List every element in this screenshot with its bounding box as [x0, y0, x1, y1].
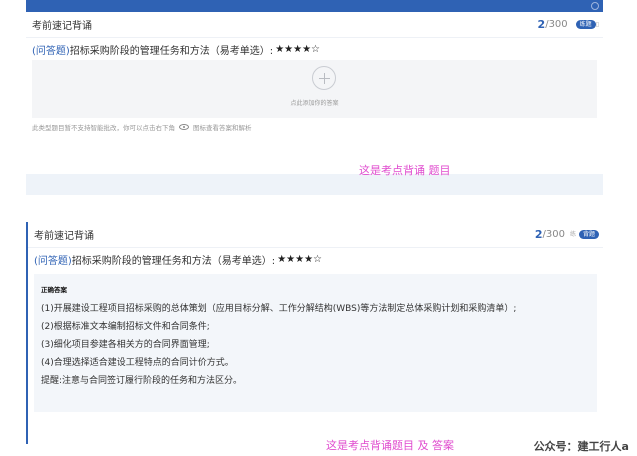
progress-current: 2 [537, 18, 546, 31]
question-card: 考前速记背诵 2 /300 练题 ▯ (问答题) 招标采购阶段的管理任务和方法（… [26, 12, 603, 195]
practice-mode-button[interactable]: 练题 [575, 20, 596, 29]
annotation-note: 这是考点背诵 题目 [359, 164, 451, 177]
answer-line: (2)根据标准文本编制招标文件和合同条件; [41, 322, 210, 332]
bottom-strip [26, 174, 603, 195]
watermark-text: 公众号：建工行人a [533, 440, 629, 453]
difficulty-stars: ★★★★☆ [275, 43, 321, 55]
question-type-tag: (问答题) [34, 255, 72, 267]
hint-line: 此类型题目暂不支持智能批改，你可以点击右下角 图标查看答案和解析 [26, 118, 603, 132]
progress-current: 2 [534, 228, 543, 241]
question-text: 招标采购阶段的管理任务和方法（易考单选）: [69, 45, 274, 57]
question-line: (问答题) 招标采购阶段的管理任务和方法（易考单选）: ★★★★☆ [26, 38, 603, 60]
card-header: 考前速记背诵 2 /300 练题 ▯ [26, 12, 603, 38]
eye-icon[interactable] [179, 124, 189, 130]
progress: 2 /300 练题 ▯ [538, 18, 599, 31]
hint-text-2: 图标查看答案和解析 [193, 124, 252, 132]
progress: 2 /300 练 背题 [535, 228, 599, 241]
annotation-note: 这是考点背诵题目 及 答案 [326, 439, 454, 452]
card-title: 考前速记背诵 [32, 21, 92, 32]
answer-box: 正确答案 (1)开展建设工程项目招标采购的总体策划（应用目标分解、工作分解结构(… [34, 274, 597, 452]
answer-line: (4)合理选择适合建设工程特点的合同计价方式。 [41, 358, 234, 368]
practice-mode-toggle[interactable]: 练 [570, 230, 576, 239]
answer-line: 提醒:注意与合同签订履行阶段的任务和方法区分。 [41, 376, 243, 386]
add-answer-area[interactable]: 点此添加你的答案 [32, 60, 597, 118]
question-text: 招标采购阶段的管理任务和方法（易考单选）: [71, 255, 276, 267]
answer-line: (1)开展建设工程项目招标采购的总体策划（应用目标分解、工作分解结构(WBS)等… [41, 304, 517, 314]
mode-toggle-icon[interactable]: ▯ [596, 20, 599, 29]
hint-text: 此类型题目暂不支持智能批改，你可以点击右下角 [32, 124, 175, 132]
answer-card: 考前速记背诵 2 /300 练 背题 (问答题) 招标采购阶段的管理任务和方法（… [26, 222, 603, 452]
plus-circle-icon[interactable] [312, 66, 336, 90]
progress-total: /300 [545, 19, 568, 30]
answer-title: 正确答案 [41, 286, 67, 294]
card-header: 考前速记背诵 2 /300 练 背题 [28, 222, 603, 248]
progress-total: /300 [542, 229, 565, 240]
question-line: (问答题) 招标采购阶段的管理任务和方法（易考单选）: ★★★★☆ [28, 248, 603, 270]
top-bar [26, 0, 603, 12]
answer-line: (3)细化项目参建各相关方的合同界面管理; [41, 340, 210, 350]
recite-mode-button[interactable]: 背题 [578, 230, 599, 239]
question-type-tag: (问答题) [32, 45, 70, 57]
difficulty-stars: ★★★★☆ [277, 253, 323, 265]
add-answer-label: 点此添加你的答案 [290, 100, 339, 107]
search-icon[interactable] [591, 2, 599, 10]
card-title: 考前速记背诵 [34, 231, 94, 242]
